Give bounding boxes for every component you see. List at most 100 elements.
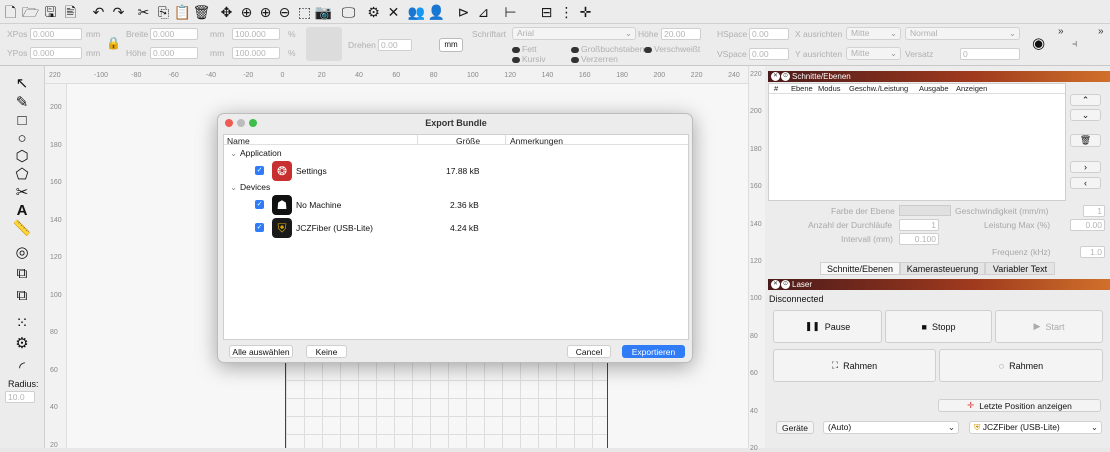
select-arrow-icon[interactable]: ↖ bbox=[12, 74, 32, 92]
start-button[interactable]: ▶ Start bbox=[995, 310, 1103, 343]
checkbox-checked[interactable]: ✓ bbox=[255, 223, 264, 232]
node-edit-icon[interactable]: ✂ bbox=[12, 183, 32, 201]
save-as-icon[interactable]: 🖹 bbox=[62, 3, 79, 20]
mirror-h-icon[interactable]: ⊳ bbox=[455, 3, 472, 20]
frame-select-icon[interactable]: ⬚ bbox=[296, 3, 313, 20]
eye-icon[interactable]: ◉ bbox=[1032, 34, 1050, 52]
layer-color-swatch[interactable] bbox=[899, 205, 951, 216]
circular-array-icon[interactable]: ⚙ bbox=[12, 334, 32, 352]
radius-input[interactable]: 10.0 bbox=[5, 391, 35, 403]
pentagon-icon[interactable]: ⬠ bbox=[12, 165, 32, 183]
caps-checkbox[interactable]: Großbuchstaben bbox=[571, 44, 644, 54]
scale-x-input[interactable]: 100.000 bbox=[232, 28, 280, 40]
boolean-union-icon[interactable]: ⧉ bbox=[12, 264, 32, 282]
passes-input[interactable]: 1 bbox=[899, 219, 939, 231]
ellipse-icon[interactable]: ○ bbox=[12, 129, 32, 147]
ypos-input[interactable]: 0.000 bbox=[30, 47, 82, 59]
style-select[interactable]: Normal ⌄ bbox=[905, 27, 1020, 40]
corner-radius-icon[interactable]: ◜ bbox=[12, 358, 32, 376]
center-icon[interactable]: ✛ bbox=[577, 3, 594, 20]
list-item[interactable]: ✓ ☗ No Machine 2.36 kB bbox=[224, 194, 688, 216]
next-button[interactable]: › bbox=[1070, 161, 1101, 173]
list-item[interactable]: ✓ ⛨ JCZFiber (USB-Lite) 4.24 kB bbox=[224, 217, 688, 239]
offset-shape-icon[interactable]: ◎ bbox=[12, 243, 32, 261]
close-icon[interactable]: ✕ bbox=[771, 280, 780, 289]
zoom-fit-icon[interactable]: ⊕ bbox=[238, 3, 255, 20]
cancel-button[interactable]: Cancel bbox=[567, 345, 611, 358]
power-max-input[interactable]: 0.00 bbox=[1070, 219, 1105, 231]
ruler-icon[interactable]: 📏 bbox=[12, 219, 32, 237]
welded-checkbox[interactable]: Verschweißt bbox=[644, 44, 700, 54]
tab-variable-text[interactable]: Variabler Text bbox=[985, 262, 1055, 275]
group-application[interactable]: ⌄ Application bbox=[224, 148, 688, 158]
select-none-button[interactable]: Keine bbox=[306, 345, 347, 358]
rectangle-icon[interactable]: □ bbox=[12, 111, 32, 129]
float-icon[interactable]: ⊙ bbox=[781, 280, 790, 289]
interval-input[interactable]: 0.100 bbox=[899, 233, 939, 245]
close-icon[interactable]: ✕ bbox=[771, 72, 780, 81]
monitor-icon[interactable]: 🖵 bbox=[340, 3, 357, 20]
devices-button[interactable]: Geräte bbox=[776, 421, 814, 434]
open-folder-icon[interactable]: 🗁 bbox=[22, 3, 39, 20]
frame-rect-button[interactable]: ⛶ Rahmen bbox=[773, 349, 936, 382]
save-icon[interactable]: 🖫 bbox=[42, 3, 59, 20]
xpos-input[interactable]: 0.000 bbox=[30, 28, 82, 40]
yalign-select[interactable]: Mitte ⌄ bbox=[846, 47, 901, 60]
frequency-input[interactable]: 1.0 bbox=[1080, 246, 1105, 258]
font-height-input[interactable]: 20.00 bbox=[661, 28, 701, 40]
checkbox-checked[interactable]: ✓ bbox=[255, 166, 264, 175]
tab-camera-control[interactable]: Kamerasteuerung bbox=[900, 262, 985, 275]
scale-y-input[interactable]: 100.000 bbox=[232, 47, 280, 59]
move-up-button[interactable]: ⌃ bbox=[1070, 94, 1101, 106]
tab-cuts-layers[interactable]: Schnitte/Ebenen bbox=[820, 262, 900, 275]
frame-circle-button[interactable]: ◌ Rahmen bbox=[939, 349, 1103, 382]
user-icon[interactable]: 👤 bbox=[428, 3, 445, 20]
select-all-button[interactable]: Alle auswählen bbox=[229, 345, 293, 358]
pause-button[interactable]: ❚❚ Pause bbox=[773, 310, 882, 343]
stop-button[interactable]: ■ Stopp bbox=[885, 310, 992, 343]
chevron-down-icon[interactable]: ⌄ bbox=[230, 182, 237, 193]
array-grid-icon[interactable]: ⁙ bbox=[12, 314, 32, 332]
camera-icon[interactable]: 📷 bbox=[315, 3, 332, 20]
offset-input[interactable]: 0 bbox=[960, 48, 1020, 60]
italic-checkbox[interactable]: Kursiv bbox=[512, 54, 546, 64]
zoom-in-icon[interactable]: ⊕ bbox=[257, 3, 274, 20]
checkbox-checked[interactable]: ✓ bbox=[255, 200, 264, 209]
lock-icon[interactable]: 🔒 bbox=[106, 36, 121, 50]
paste-icon[interactable]: 📋 bbox=[174, 3, 191, 20]
distort-checkbox[interactable]: Verzerren bbox=[571, 54, 618, 64]
list-item[interactable]: ✓ ❂ Settings 17.88 kB bbox=[224, 160, 688, 182]
bold-checkbox[interactable]: Fett bbox=[512, 44, 537, 54]
height-input[interactable]: 0.000 bbox=[150, 47, 198, 59]
more-chevron-icon[interactable]: » bbox=[1058, 26, 1064, 37]
export-button[interactable]: Exportieren bbox=[622, 345, 685, 358]
speed-input[interactable]: 1 bbox=[1083, 205, 1105, 217]
zoom-out-icon[interactable]: ⊖ bbox=[276, 3, 293, 20]
device-select[interactable]: ⛨ JCZFiber (USB-Lite) ⌄ bbox=[969, 421, 1102, 434]
group-devices[interactable]: ⌄ Devices bbox=[224, 182, 688, 192]
boolean-subtract-icon[interactable]: ⧉ bbox=[12, 286, 32, 304]
float-icon[interactable]: ⊙ bbox=[781, 72, 790, 81]
align-icon[interactable]: ⊢ bbox=[502, 3, 519, 20]
xalign-select[interactable]: Mitte ⌄ bbox=[846, 27, 901, 40]
delete-icon[interactable]: 🗑 bbox=[193, 3, 211, 20]
prev-button[interactable]: ‹ bbox=[1070, 177, 1101, 189]
polygon-icon[interactable]: ⬡ bbox=[12, 147, 32, 165]
tools-icon[interactable]: ✕ bbox=[385, 3, 402, 20]
cut-icon[interactable]: ✂ bbox=[135, 3, 152, 20]
new-file-icon[interactable]: 🗋 bbox=[2, 3, 19, 20]
distribute-h-icon[interactable]: ⊟ bbox=[538, 3, 555, 20]
move-down-button[interactable]: ⌄ bbox=[1070, 109, 1101, 121]
rotate-input[interactable]: 0.00 bbox=[378, 39, 412, 51]
hspace-input[interactable]: 0.00 bbox=[749, 28, 789, 40]
move-icon[interactable]: ✥ bbox=[218, 3, 235, 20]
vspace-input[interactable]: 0.00 bbox=[749, 48, 789, 60]
font-select[interactable]: Arial ⌄ bbox=[512, 27, 636, 40]
text-tool-icon[interactable]: A bbox=[12, 201, 32, 219]
port-select[interactable]: (Auto) ⌄ bbox=[823, 421, 959, 434]
distribute-v-icon[interactable]: ⋮ bbox=[558, 3, 575, 20]
settings-gear-icon[interactable]: ⚙ bbox=[365, 3, 382, 20]
anchor-grid[interactable] bbox=[306, 27, 342, 61]
more-chevron-icon-2[interactable]: » bbox=[1098, 26, 1104, 37]
undo-icon[interactable]: ↶ bbox=[90, 3, 107, 20]
